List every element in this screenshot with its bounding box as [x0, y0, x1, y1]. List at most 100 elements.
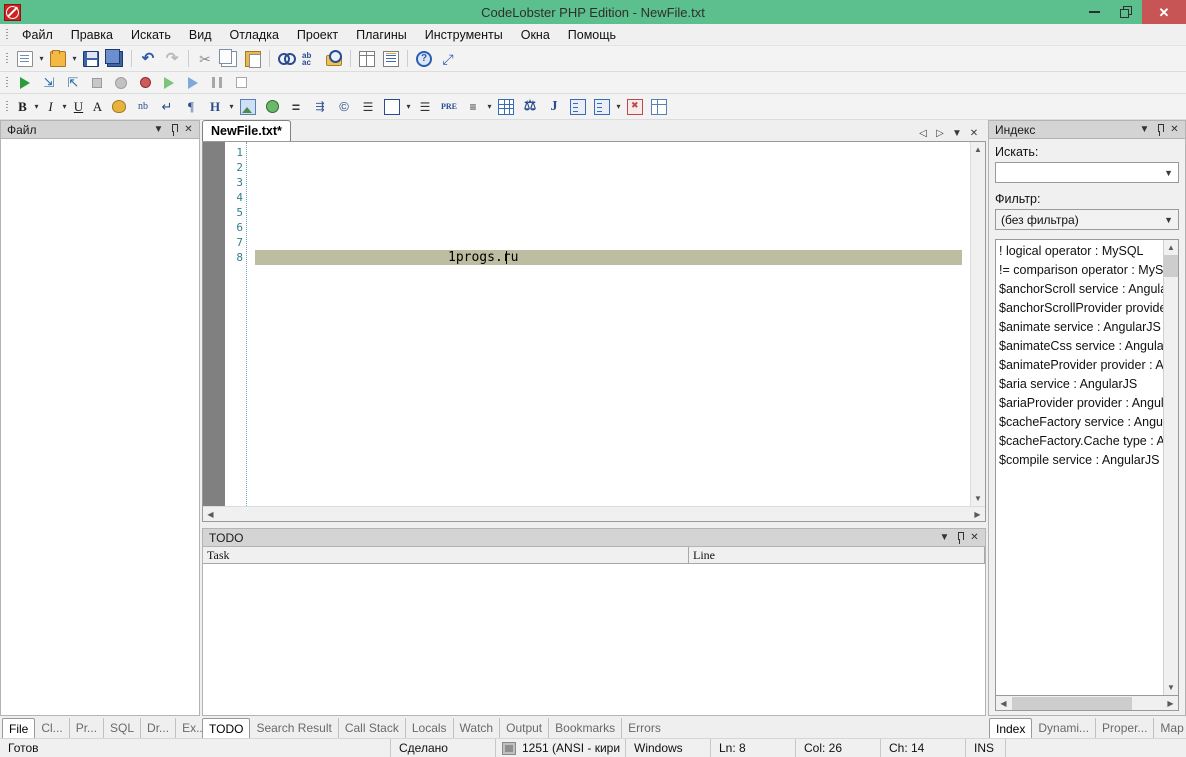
image-button[interactable]: [237, 97, 259, 117]
status-encoding[interactable]: 1251 (ANSI - кири: [495, 738, 625, 757]
horizontal-rule-button[interactable]: =: [285, 97, 307, 117]
continue-button[interactable]: [182, 73, 204, 93]
pre-button[interactable]: PRE: [438, 97, 460, 117]
new-file-button[interactable]: [14, 49, 36, 69]
anchor-button[interactable]: ⇶: [309, 97, 331, 117]
status-line-endings[interactable]: Windows: [625, 738, 710, 757]
font-button[interactable]: A: [89, 97, 106, 117]
step-into-button[interactable]: ⇲: [38, 73, 60, 93]
tab-dynamic-help[interactable]: Dynami...: [1032, 718, 1097, 738]
close-icon[interactable]: ✕: [181, 122, 196, 138]
code-line-current[interactable]: 1progs.ru: [255, 250, 962, 265]
pause-button[interactable]: [206, 73, 228, 93]
menu-windows[interactable]: Окна: [512, 26, 559, 44]
close-button[interactable]: ✕: [1142, 0, 1186, 24]
scroll-up-icon[interactable]: ▲: [971, 142, 985, 157]
toolbar-grip[interactable]: [3, 51, 11, 67]
tab-classes[interactable]: Cl...: [35, 718, 70, 738]
scroll-left-icon[interactable]: ◀: [203, 507, 218, 522]
chevron-down-icon[interactable]: ▼: [1161, 168, 1176, 178]
help-button[interactable]: ?: [413, 49, 435, 69]
scroll-left-icon[interactable]: ◀: [996, 696, 1011, 711]
hscroll-track[interactable]: [218, 507, 970, 522]
underline-button[interactable]: U: [70, 97, 87, 117]
stop-square-button[interactable]: [230, 73, 252, 93]
list-item[interactable]: $aria service : AngularJS: [999, 375, 1163, 394]
undo-button[interactable]: ↶: [137, 49, 159, 69]
form-button[interactable]: [567, 97, 589, 117]
record-button[interactable]: [110, 73, 132, 93]
tab-locals[interactable]: Locals: [406, 718, 454, 738]
tab-map[interactable]: Map: [1154, 718, 1186, 738]
menu-help[interactable]: Помощь: [559, 26, 625, 44]
link-button[interactable]: [261, 97, 283, 117]
bold-dropdown[interactable]: [32, 97, 41, 117]
list-item[interactable]: != comparison operator : MyS: [999, 261, 1163, 280]
tab-drupal[interactable]: Dr...: [141, 718, 177, 738]
div-button[interactable]: [381, 97, 403, 117]
at-button[interactable]: ©: [333, 97, 355, 117]
color-palette-button[interactable]: [108, 97, 130, 117]
chevron-down-icon[interactable]: ▼: [1137, 122, 1152, 138]
script-button[interactable]: ⚖: [519, 97, 541, 117]
redo-button[interactable]: ↷: [161, 49, 183, 69]
menu-tools[interactable]: Инструменты: [416, 26, 512, 44]
filter-combo[interactable]: (без фильтра) ▼: [995, 209, 1179, 230]
stop-button[interactable]: [86, 73, 108, 93]
list-item[interactable]: $animateProvider provider : A: [999, 356, 1163, 375]
nbsp-button[interactable]: nb: [132, 97, 154, 117]
step-out-button[interactable]: ⇱: [62, 73, 84, 93]
tab-properties[interactable]: Proper...: [1096, 718, 1155, 738]
todo-list[interactable]: Task Line: [202, 546, 986, 716]
frames-button[interactable]: [648, 97, 670, 117]
status-insert-mode[interactable]: INS: [965, 738, 1005, 757]
tab-search-result[interactable]: Search Result: [250, 718, 339, 738]
tab-watch[interactable]: Watch: [454, 718, 501, 738]
document-tab-newfile[interactable]: NewFile.txt*: [202, 120, 291, 141]
save-button[interactable]: [80, 49, 102, 69]
list-item[interactable]: $animateCss service : Angular: [999, 337, 1163, 356]
column-header-line[interactable]: Line: [689, 547, 985, 563]
new-file-dropdown[interactable]: [37, 49, 46, 69]
vscroll-thumb[interactable]: [1164, 255, 1178, 277]
scroll-down-icon[interactable]: ▼: [1164, 680, 1178, 695]
close-icon[interactable]: ✕: [1167, 122, 1182, 138]
menu-view[interactable]: Вид: [180, 26, 221, 44]
tab-output[interactable]: Output: [500, 718, 550, 738]
heading-dropdown[interactable]: [227, 97, 236, 117]
tab-bookmarks[interactable]: Bookmarks: [549, 718, 623, 738]
copy-button[interactable]: [218, 48, 240, 69]
scroll-up-icon[interactable]: ▲: [1164, 240, 1178, 255]
tab-todo[interactable]: TODO: [202, 718, 251, 739]
tab-index[interactable]: Index: [989, 718, 1033, 739]
editor-vertical-scrollbar[interactable]: ▲ ▼: [970, 142, 985, 506]
tab-errors[interactable]: Errors: [622, 718, 667, 738]
vscroll-track[interactable]: [1164, 277, 1178, 680]
list-item[interactable]: $compile service : AngularJS: [999, 451, 1163, 470]
menu-search[interactable]: Искать: [122, 26, 180, 44]
table-button[interactable]: [495, 97, 517, 117]
run-button[interactable]: [14, 73, 36, 93]
align-left-button[interactable]: ☰: [357, 97, 379, 117]
menu-project[interactable]: Проект: [288, 26, 347, 44]
index-vertical-scrollbar[interactable]: ▲ ▼: [1163, 240, 1178, 695]
tab-project[interactable]: Pr...: [70, 718, 105, 738]
editor-body[interactable]: 1 2 3 4 5 6 7 8 1progs.ru ▲ ▼: [203, 142, 985, 506]
replace-button[interactable]: ab ac: [299, 49, 321, 69]
save-all-button[interactable]: [104, 48, 126, 69]
tab-list-icon[interactable]: ▼: [949, 125, 965, 141]
list-item[interactable]: $cacheFactory service : Angul: [999, 413, 1163, 432]
code-area[interactable]: 1progs.ru: [247, 142, 970, 506]
close-icon[interactable]: ✕: [967, 530, 982, 546]
list-item[interactable]: $ariaProvider provider : Angul: [999, 394, 1163, 413]
list-item[interactable]: $anchorScroll service : Angula: [999, 280, 1163, 299]
tab-sql[interactable]: SQL: [104, 718, 142, 738]
chevron-down-icon[interactable]: ▼: [937, 530, 952, 546]
find-button[interactable]: [275, 49, 297, 69]
filter-value[interactable]: (без фильтра): [1001, 213, 1161, 227]
close-tab-icon[interactable]: ✕: [966, 125, 982, 141]
fullscreen-button[interactable]: ⤢: [437, 49, 459, 69]
column-header-task[interactable]: Task: [203, 547, 689, 563]
hscroll-thumb[interactable]: [1012, 696, 1132, 710]
minimize-button[interactable]: [1078, 0, 1110, 24]
